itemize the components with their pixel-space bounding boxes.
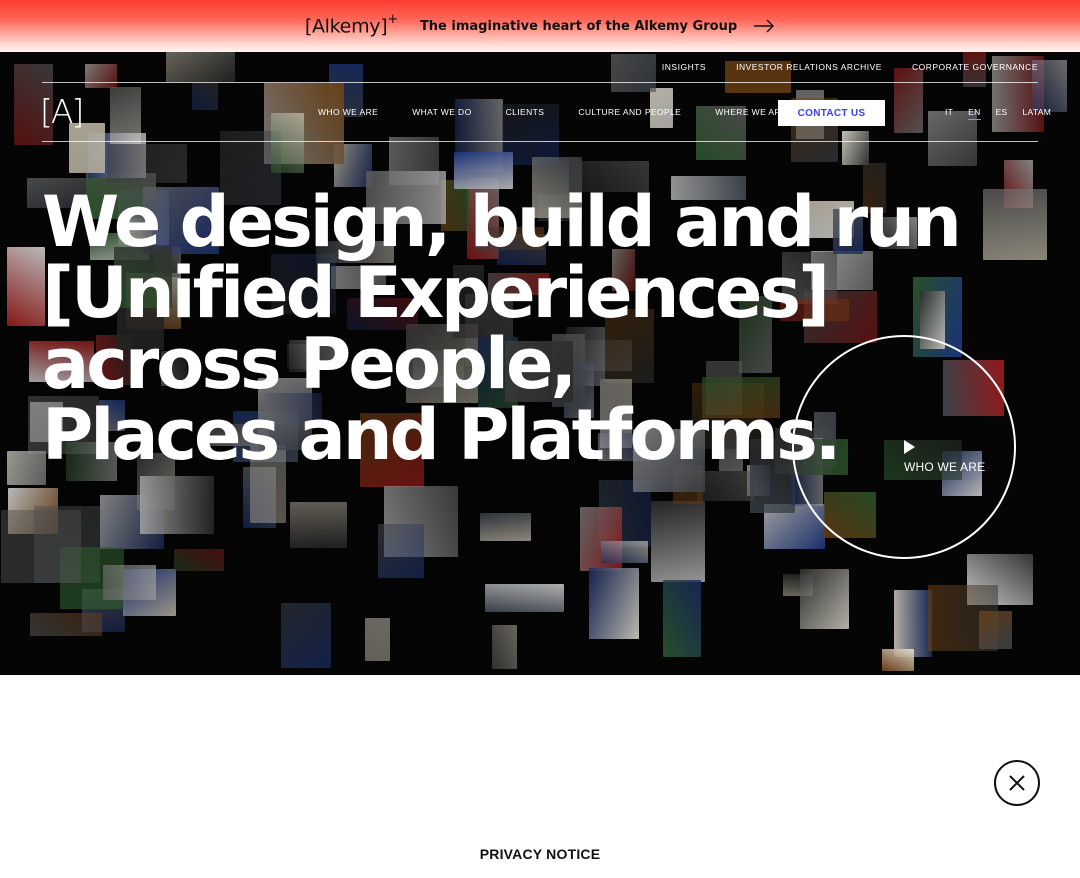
main-nav: WHO WE ARE WHAT WE DO CLIENTS CULTURE AN…	[318, 107, 821, 117]
divider	[42, 141, 1038, 142]
close-icon	[1009, 775, 1025, 791]
language-switcher: IT EN ES LATAM	[945, 107, 1051, 120]
nav-what-we-do[interactable]: WHAT WE DO	[412, 107, 471, 117]
top-link-insights[interactable]: INSIGHTS	[662, 62, 706, 72]
top-link-investor-relations[interactable]: INVESTOR RELATIONS ARCHIVE	[736, 62, 882, 72]
close-button[interactable]	[994, 760, 1040, 806]
secondary-nav: INSIGHTS INVESTOR RELATIONS ARCHIVE CORP…	[662, 62, 1038, 72]
nav-culture-and-people[interactable]: CULTURE AND PEOPLE	[578, 107, 681, 117]
headline-line: [Unified Experiences]	[42, 252, 830, 334]
lang-it[interactable]: IT	[945, 107, 953, 120]
banner-tagline[interactable]: The imaginative heart of the Alkemy Grou…	[420, 19, 737, 34]
lang-es[interactable]: ES	[996, 107, 1008, 120]
nav-where-we-are[interactable]: WHERE WE ARE	[715, 107, 787, 117]
divider	[42, 82, 1038, 83]
promo-banner[interactable]: [Alkemy]+ The imaginative heart of the A…	[0, 0, 1080, 52]
play-icon[interactable]	[904, 440, 915, 454]
logo[interactable]: [A]	[40, 92, 84, 131]
arrow-right-icon[interactable]	[753, 19, 775, 33]
contact-us-button[interactable]: CONTACT US	[778, 100, 885, 126]
lang-latam[interactable]: LATAM	[1023, 107, 1052, 120]
privacy-notice-title: PRIVACY NOTICE	[479, 846, 601, 862]
nav-who-we-are[interactable]: WHO WE ARE	[318, 107, 378, 117]
circle-button-label[interactable]: WHO WE ARE	[904, 460, 985, 474]
nav-clients[interactable]: CLIENTS	[506, 107, 545, 117]
hero-section: INSIGHTS INVESTOR RELATIONS ARCHIVE CORP…	[0, 52, 1080, 675]
lang-en[interactable]: EN	[968, 107, 981, 120]
top-link-corporate-governance[interactable]: CORPORATE GOVERNANCE	[912, 62, 1038, 72]
headline-line: We design, build and run	[42, 181, 962, 263]
banner-brand: [Alkemy]+	[304, 12, 398, 38]
